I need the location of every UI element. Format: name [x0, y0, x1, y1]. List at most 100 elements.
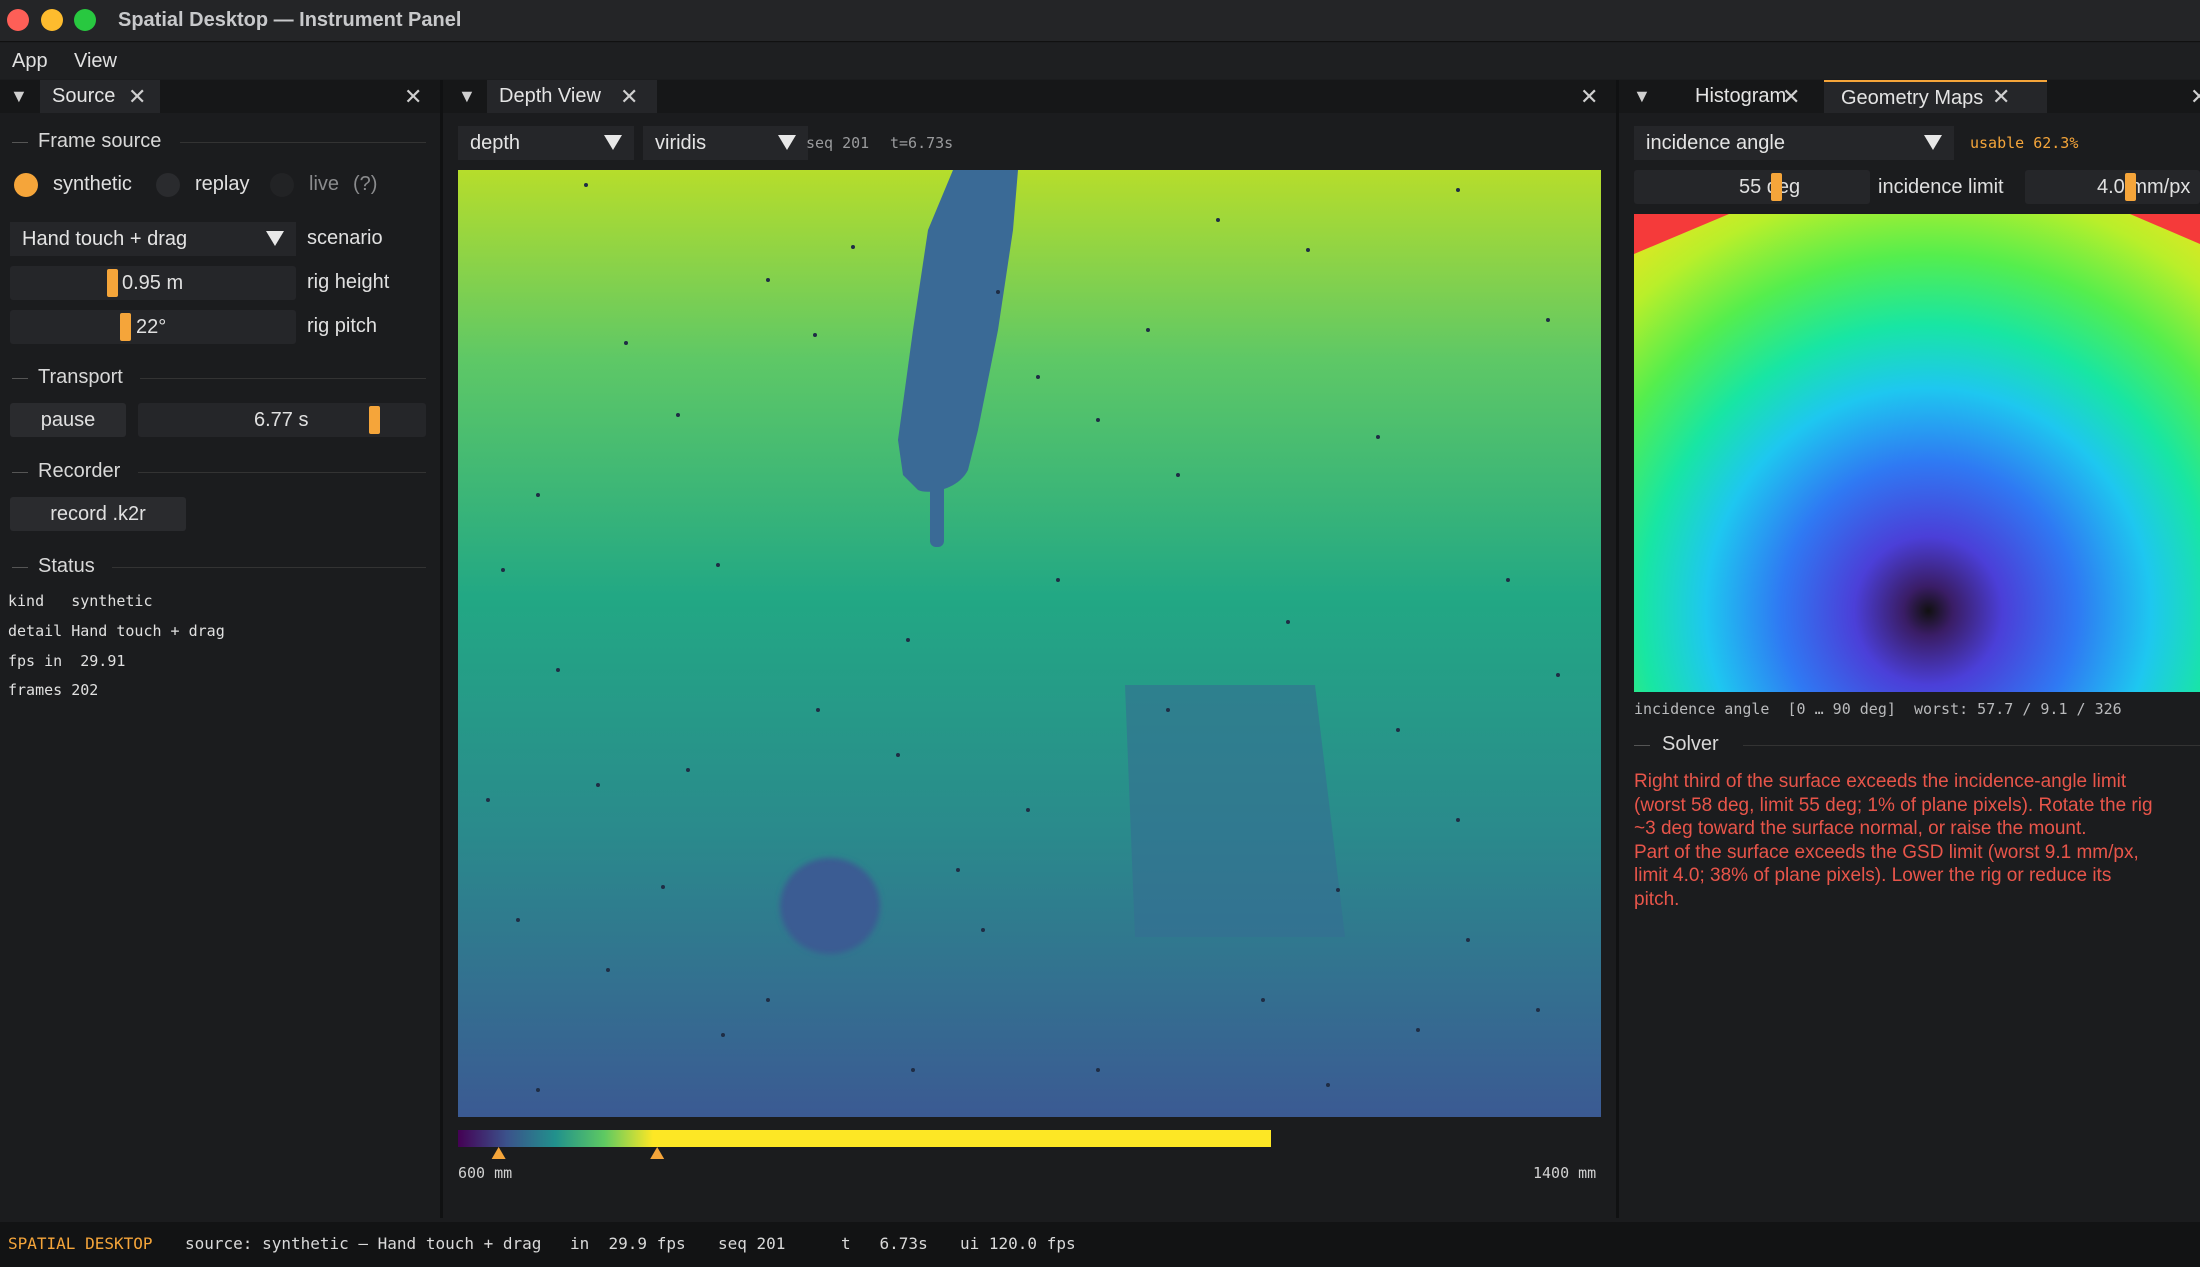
plane-object: [1125, 685, 1345, 937]
window-title: Spatial Desktop — Instrument Panel: [118, 9, 462, 31]
title-bar: Spatial Desktop — Instrument Panel: [0, 0, 2200, 42]
rig-height-slider[interactable]: 0.95 m: [10, 266, 296, 300]
incidence-limit-label: incidence limit: [1878, 176, 2004, 198]
close-window-button[interactable]: [7, 9, 29, 31]
status-detail: detail Hand touch + drag: [8, 622, 225, 640]
zoom-window-button[interactable]: [74, 9, 96, 31]
chevron-down-icon: [604, 135, 622, 150]
status-time: t 6.73s: [841, 1234, 928, 1253]
solver-line: limit 4.0; 38% of plane pixels). Lower t…: [1634, 865, 2112, 886]
radio-replay[interactable]: [156, 173, 180, 197]
menu-view[interactable]: View: [74, 50, 117, 73]
status-kind: kind synthetic: [8, 592, 153, 610]
record-button[interactable]: record .k2r: [10, 497, 186, 531]
panel-close-icon[interactable]: ✕: [1580, 80, 1598, 113]
sphere-object: [780, 858, 880, 954]
scenario-label: scenario: [307, 227, 383, 249]
status-app-name: SPATIAL DESKTOP: [8, 1234, 153, 1253]
radio-replay-label: replay: [195, 173, 250, 195]
finger-blob: [930, 480, 944, 547]
radio-live[interactable]: [270, 173, 294, 197]
time-readout: t=6.73s: [890, 134, 954, 152]
slider-handle[interactable]: [107, 269, 118, 297]
status-source: source: synthetic — Hand touch + drag: [185, 1234, 542, 1253]
tab-close-icon[interactable]: ✕: [1992, 80, 2010, 113]
tab-close-icon[interactable]: ✕: [620, 80, 638, 113]
help-icon[interactable]: (?): [353, 173, 377, 196]
geometry-panel: ▼ Histogram ✕ Geometry Maps ✕ ✕ incidenc…: [1619, 80, 2200, 1218]
panel-close-icon[interactable]: ✕: [404, 80, 422, 113]
section-frame-source: Frame source: [38, 130, 162, 152]
slider-handle[interactable]: [120, 313, 131, 341]
map-select[interactable]: incidence angle: [1634, 126, 1954, 160]
gsd-limit-slider[interactable]: 4.0 mm/px: [2025, 170, 2200, 204]
slider-handle[interactable]: [1771, 173, 1782, 201]
status-fps: fps in 29.91: [8, 652, 126, 670]
exceed-region-left: [1634, 214, 1729, 254]
status-seq: seq 201: [718, 1234, 786, 1253]
status-bar: SPATIAL DESKTOP source: synthetic — Hand…: [0, 1222, 2200, 1267]
panel-close-icon[interactable]: ✕: [2190, 80, 2200, 113]
solver-messages: Right third of the surface exceeds the i…: [1634, 770, 2200, 911]
menu-bar: App View: [0, 43, 2200, 79]
chevron-down-icon: [778, 135, 796, 150]
map-caption: incidence angle [0 … 90 deg] worst: 57.7…: [1634, 700, 2122, 718]
colormap-select[interactable]: viridis: [643, 126, 808, 160]
panel-menu-icon[interactable]: ▼: [458, 86, 476, 107]
geometry-tabbar: ▼ Histogram ✕ Geometry Maps ✕ ✕: [1619, 80, 2200, 113]
solver-line: Part of the surface exceeds the GSD limi…: [1634, 841, 2139, 863]
section-status: Status: [38, 555, 95, 577]
tab-close-icon[interactable]: ✕: [1782, 80, 1800, 113]
radio-live-label: live: [309, 173, 340, 195]
tab-histogram[interactable]: Histogram: [1663, 80, 1843, 113]
rig-height-label: rig height: [307, 271, 390, 293]
pause-button[interactable]: pause: [10, 403, 126, 437]
solver-line: ~3 deg toward the surface normal, or rai…: [1634, 818, 2087, 839]
range-max-marker[interactable]: [650, 1147, 665, 1159]
source-tabbar: ▼ Source ✕ ✕: [0, 80, 440, 113]
scenario-select[interactable]: Hand touch + drag: [10, 222, 296, 256]
solver-line: pitch.: [1634, 888, 1680, 910]
rig-pitch-label: rig pitch: [307, 315, 378, 337]
section-solver: Solver: [1662, 733, 1719, 755]
depth-panel: ▼ Depth View ✕ ✕ depth viridis seq 201 t…: [443, 80, 1616, 1218]
channel-select[interactable]: depth: [458, 126, 634, 160]
panel-menu-icon[interactable]: ▼: [1633, 86, 1651, 107]
status-ui-fps: ui 120.0 fps: [960, 1234, 1076, 1253]
time-scrubber[interactable]: 6.77 s: [138, 403, 426, 437]
tab-geometry-maps[interactable]: Geometry Maps: [1824, 80, 2047, 113]
rig-pitch-slider[interactable]: 22°: [10, 310, 296, 344]
panel-menu-icon[interactable]: ▼: [10, 86, 28, 107]
rig-pitch-value: 22°: [136, 316, 167, 338]
section-recorder: Recorder: [38, 460, 121, 482]
colorbar: [458, 1130, 1271, 1147]
depth-image[interactable]: [458, 170, 1601, 1117]
incidence-limit-slider[interactable]: 55 deg: [1634, 170, 1870, 204]
slider-handle[interactable]: [2125, 173, 2136, 201]
time-value: 6.77 s: [254, 409, 309, 431]
status-in-fps: in 29.9 fps: [570, 1234, 686, 1253]
radio-synthetic-label: synthetic: [53, 173, 132, 195]
status-frames: frames 202: [8, 681, 99, 699]
usable-readout: usable 62.3%: [1970, 134, 2079, 152]
solver-line: Right third of the surface exceeds the i…: [1634, 771, 2127, 792]
scrubber-handle[interactable]: [369, 406, 380, 434]
colorbar-max-label: 1400 mm: [1533, 1164, 1597, 1182]
range-min-marker[interactable]: [491, 1147, 506, 1159]
rig-height-value: 0.95 m: [122, 272, 184, 294]
seq-readout: seq 201: [806, 134, 870, 152]
depth-tabbar: ▼ Depth View ✕ ✕: [443, 80, 1616, 113]
gsd-limit-value: 4.0 mm/px: [2097, 176, 2191, 198]
minimize-window-button[interactable]: [41, 9, 63, 31]
menu-app[interactable]: App: [12, 50, 48, 73]
radio-synthetic[interactable]: [14, 173, 38, 197]
chevron-down-icon: [266, 231, 284, 246]
source-panel: ▼ Source ✕ ✕ Frame source synthetic repl…: [0, 80, 440, 1218]
colorbar-min-label: 600 mm: [458, 1164, 513, 1182]
incidence-limit-value: 55 deg: [1739, 176, 1801, 198]
incidence-angle-map[interactable]: [1634, 214, 2200, 692]
tab-close-icon[interactable]: ✕: [128, 80, 146, 113]
section-transport: Transport: [38, 366, 123, 388]
colorbar-markers[interactable]: [458, 1147, 1271, 1161]
solver-line: (worst 58 deg, limit 55 deg; 1% of plane…: [1634, 794, 2153, 816]
